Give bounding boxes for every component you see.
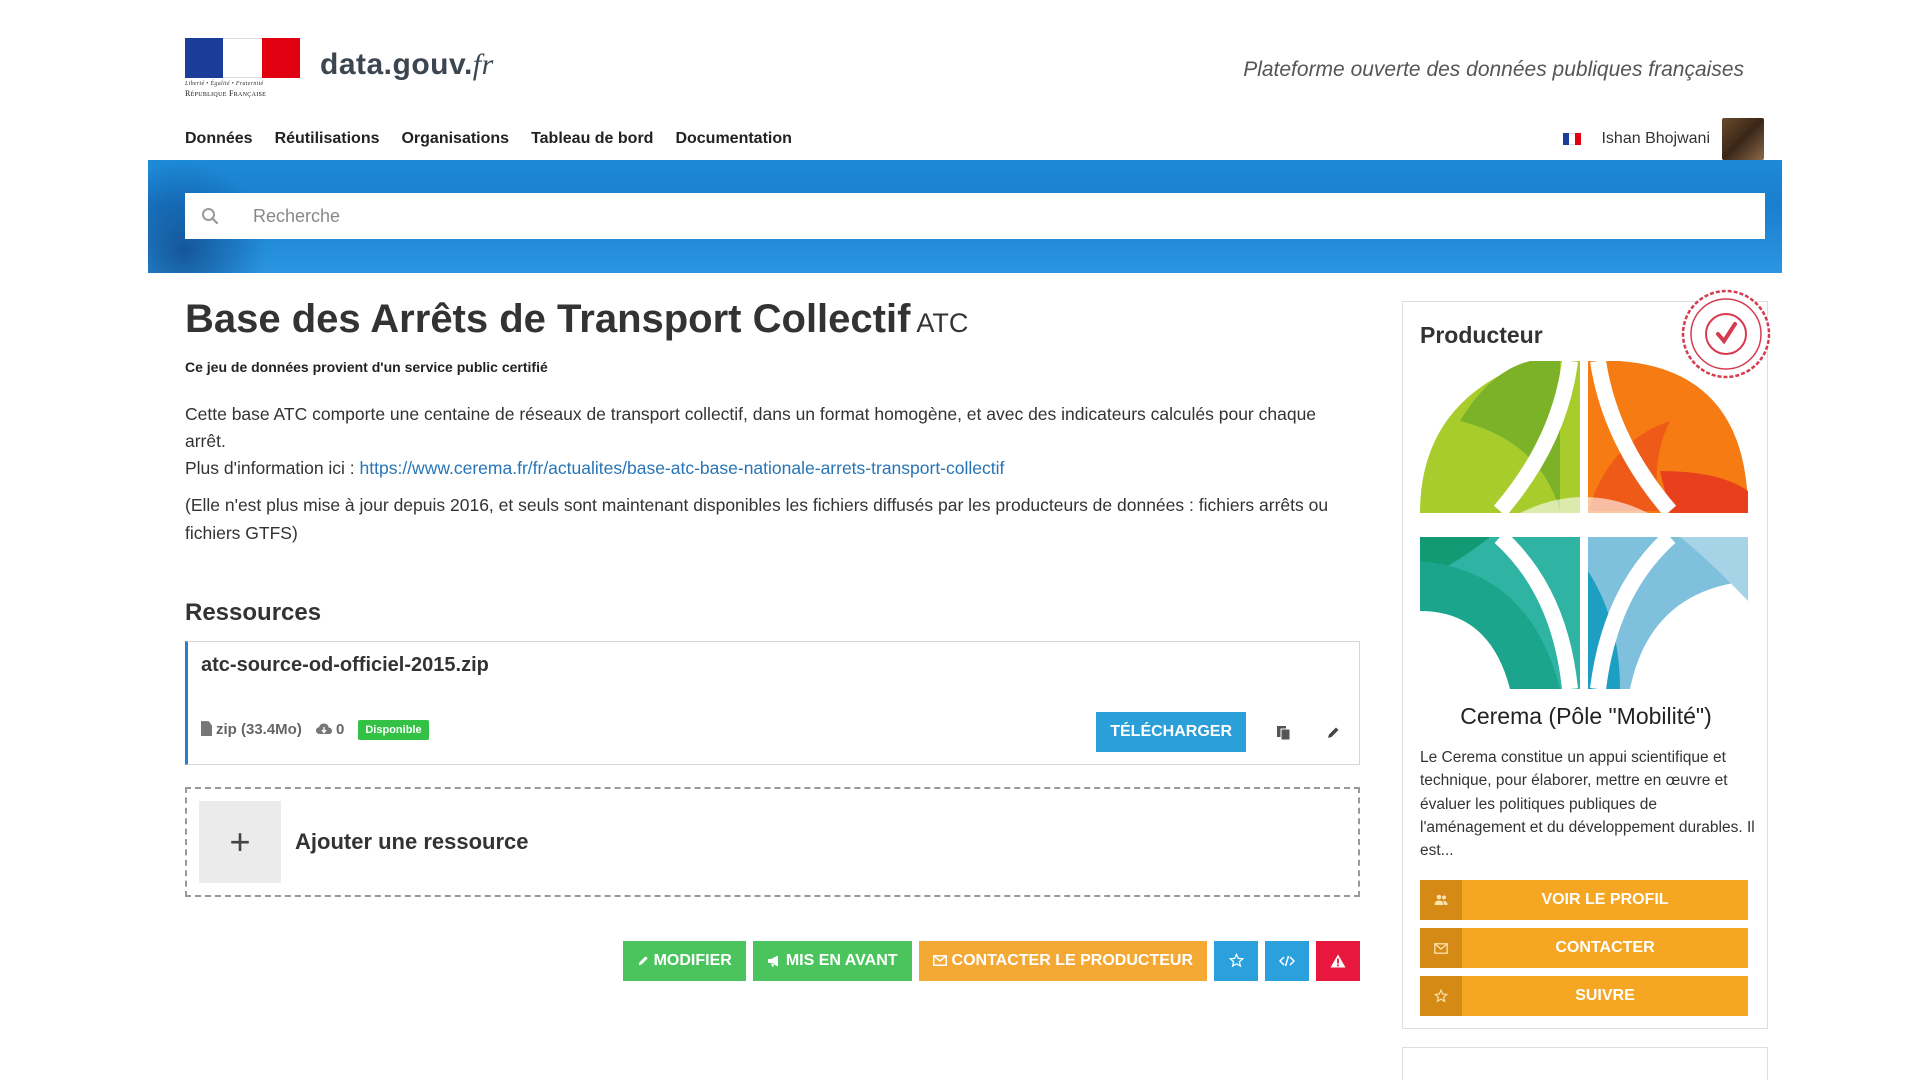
user-name[interactable]: Ishan Bhojwani (1601, 130, 1710, 148)
cerema-logo[interactable] (1420, 361, 1748, 689)
contact-button[interactable]: CONTACTER (1420, 928, 1748, 968)
warning-icon (1330, 954, 1346, 968)
producer-description: Le Cerema constitue un appui scientifiqu… (1420, 749, 1755, 859)
status-badge: Disponible (358, 719, 429, 740)
envelope-icon (932, 955, 947, 967)
add-resource-label[interactable]: Ajouter une ressource (295, 829, 529, 855)
add-resource-plus-icon[interactable]: + (199, 800, 281, 883)
resource-format: zip (33.4Mo) (201, 721, 302, 738)
star-icon (1420, 976, 1462, 1016)
sidebar-next-panel (1402, 1047, 1768, 1080)
site-header: Liberté • Égalité • Fraternité Républiqu… (148, 0, 1782, 160)
search-bar[interactable] (185, 193, 1765, 239)
republique-francaise-logo[interactable]: Liberté • Égalité • Fraternité Républiqu… (185, 38, 300, 100)
nav-item-documentation[interactable]: Documentation (675, 130, 791, 148)
contact-producer-label: CONTACTER LE PRODUCTEUR (951, 951, 1193, 969)
main-nav: Données Réutilisations Organisations Tab… (185, 130, 792, 148)
nav-item-organisations[interactable]: Organisations (401, 130, 509, 148)
language-flag-icon[interactable] (1563, 133, 1582, 145)
contact-producer-button[interactable]: CONTACTER LE PRODUCTEUR (918, 940, 1207, 981)
resources-heading: Ressources (185, 598, 322, 626)
follow-button[interactable]: SUIVRE (1420, 976, 1748, 1016)
page-frame: Liberté • Égalité • Fraternité Républiqu… (148, 0, 1782, 1080)
follow-label: SUIVRE (1575, 987, 1635, 1004)
file-icon (201, 721, 212, 737)
modify-label: MODIFIER (653, 951, 732, 969)
description-link[interactable]: https://www.cerema.fr/fr/actualites/base… (360, 458, 1005, 478)
producer-sidebar: Producteur Cerema (Pôle "Mobilité") Le C… (1402, 289, 1771, 1029)
search-banner (148, 160, 1782, 273)
resource-name[interactable]: atc-source-od-officiel-2015.zip (201, 654, 489, 677)
resource-download-count: 0 (336, 721, 345, 739)
feature-button[interactable]: MIS EN AVANT (752, 940, 912, 981)
feature-label: MIS EN AVANT (785, 951, 898, 969)
add-resource-card[interactable]: + Ajouter une ressource (185, 786, 1360, 897)
contact-label: CONTACTER (1555, 939, 1655, 956)
logo-motto: Liberté • Égalité • Fraternité (185, 81, 264, 87)
modify-button[interactable]: MODIFIER (622, 940, 746, 981)
dataset-description: Cette base ATC comporte une centaine de … (185, 401, 1360, 547)
dataset-title: Base des Arrêts de Transport Collectif (185, 297, 911, 341)
nav-item-donnees[interactable]: Données (185, 130, 253, 148)
brand-name: data.gouv. (320, 48, 473, 81)
envelope-icon (1420, 928, 1462, 968)
avatar[interactable] (1722, 118, 1764, 160)
search-input[interactable] (235, 193, 1765, 239)
resource-card[interactable]: atc-source-od-officiel-2015.zip zip (33.… (185, 640, 1360, 765)
favorite-button[interactable] (1214, 940, 1258, 981)
pencil-icon (638, 955, 648, 965)
brand-suffix: fr (472, 48, 494, 81)
dataset-actions: MODIFIER MIS EN AVANT CONTACTER LE PRODU… (185, 940, 1360, 981)
cloud-download-icon (315, 723, 332, 735)
page-title: Base des Arrêts de Transport Collectif AT… (185, 295, 1360, 343)
report-button[interactable] (1316, 940, 1360, 981)
description-note: (Elle n'est plus mise à jour depuis 2016… (185, 495, 1329, 543)
certified-note: Ce jeu de données provient d'un service … (185, 359, 548, 375)
logo-name: République Française (185, 89, 267, 98)
nav-item-reutilisations[interactable]: Réutilisations (275, 130, 380, 148)
dataset-main: Base des Arrêts de Transport Collectif AT… (185, 295, 1360, 981)
producer-name[interactable]: Cerema (Pôle "Mobilité") (1403, 703, 1769, 730)
bullhorn-icon (767, 955, 778, 967)
download-button[interactable]: TÉLÉCHARGER (1096, 711, 1246, 752)
description-text: Cette base ATC comporte une centaine de … (185, 404, 1317, 452)
resource-downloads: 0 (315, 721, 345, 739)
site-brand[interactable]: data.gouv.fr (320, 48, 494, 82)
copy-icon[interactable] (1272, 722, 1294, 744)
dataset-acronym: ATC (916, 308, 969, 338)
site-tagline: Plateforme ouverte des données publiques… (1243, 58, 1744, 81)
star-icon (1228, 953, 1244, 968)
resource-format-size: zip (33.4Mo) (216, 721, 302, 739)
search-icon (185, 193, 235, 239)
resource-meta: zip (33.4Mo) 0 Disponible (201, 719, 429, 740)
producer-heading: Producteur (1420, 322, 1543, 348)
users-icon (1420, 880, 1462, 920)
description-link-prefix: Plus d'information ici : (185, 458, 360, 479)
nav-item-tableau-de-bord[interactable]: Tableau de bord (531, 130, 653, 148)
code-icon (1279, 955, 1295, 966)
edit-pencil-icon[interactable] (1322, 722, 1344, 744)
view-profile-button[interactable]: VOIR LE PROFIL (1420, 880, 1748, 920)
view-profile-label: VOIR LE PROFIL (1541, 891, 1669, 908)
tricolor-flag (185, 38, 300, 78)
user-menu[interactable]: Ishan Bhojwani (1563, 118, 1764, 160)
embed-button[interactable] (1265, 940, 1309, 981)
